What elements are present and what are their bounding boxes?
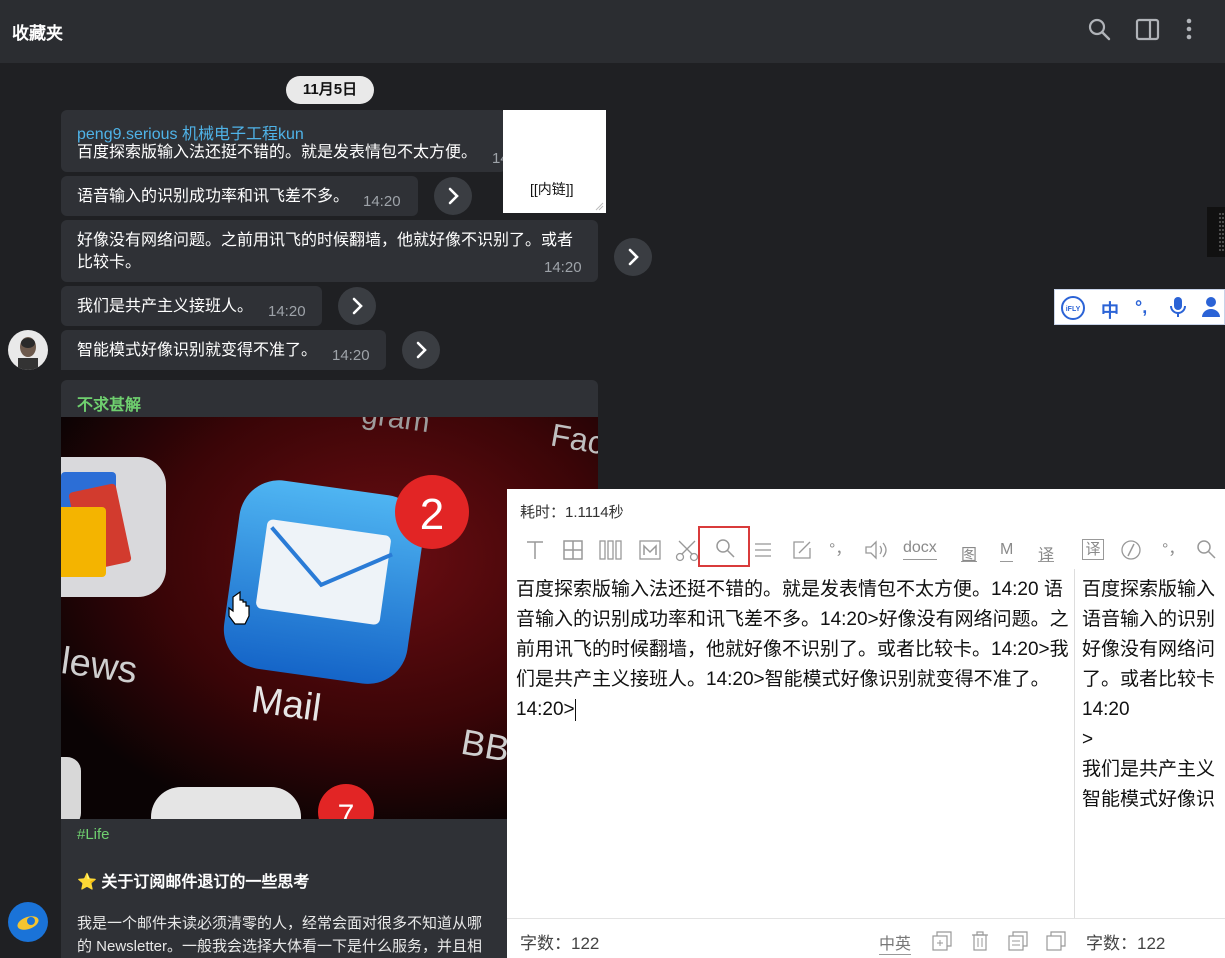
post-hashtag[interactable]: #Life — [77, 826, 110, 843]
avatar[interactable] — [8, 330, 48, 370]
word-count-right: 字数：122 — [1086, 934, 1166, 953]
text-format-icon[interactable] — [523, 538, 547, 566]
top-bar: 收藏夹 — [0, 0, 1225, 63]
add-copy-icon[interactable] — [932, 931, 952, 951]
message-bubble[interactable]: 我们是共产主义接班人。 14:20 — [61, 286, 322, 326]
ifly-logo-icon[interactable]: iFLY — [1060, 295, 1086, 326]
copy-icon[interactable] — [1046, 931, 1066, 951]
text-caret — [574, 698, 576, 721]
search-icon-2[interactable] — [1195, 538, 1217, 566]
ifly-punct-toggle[interactable]: °, — [1135, 297, 1147, 318]
ifly-input-toolbar: iFLY 中 °, — [1054, 289, 1225, 325]
forward-button[interactable] — [402, 331, 440, 369]
message-text: 我们是共产主义接班人。 — [77, 298, 254, 315]
markdown-icon[interactable] — [638, 538, 662, 566]
text-line: 14:20 — [1082, 699, 1130, 720]
markdown-button[interactable]: M — [1000, 541, 1014, 562]
badge-count-2: 7 — [338, 799, 355, 819]
translate-button[interactable]: 译 — [1038, 541, 1055, 564]
message-text-line1: 好像没有网络问题。之前用讯飞的时候翻墙，他就好像不识别了。或者 — [77, 232, 574, 249]
message-time: 14:20 — [544, 259, 582, 276]
text-line: 智能模式好像识 — [1082, 789, 1216, 810]
post-body-line1: 我是一个邮件未读必须清零的人，经常会面对很多不知道从哪 — [77, 915, 483, 932]
read-aloud-icon[interactable] — [863, 538, 891, 566]
post-title: ⭐ 关于订阅邮件退订的一些思考 — [77, 874, 310, 891]
trash-icon[interactable] — [970, 931, 990, 951]
text-line: 语音输入的识别 — [1082, 609, 1216, 630]
forward-button[interactable] — [434, 177, 472, 215]
message-text: 百度探索版输入法还挺不错的。就是发表情包不太方便。 — [77, 144, 478, 161]
channel-name[interactable]: 不求甚解 — [77, 391, 141, 415]
table-icon[interactable] — [561, 538, 585, 566]
ocr-text-editor[interactable]: 百度探索版输入法还挺不错的。就是发表情包不太方便。14:20 语音输入的识别成功… — [516, 575, 1072, 725]
search-icon — [716, 539, 735, 558]
message-time: 14:20 — [363, 193, 401, 210]
chevron-right-icon — [352, 297, 363, 315]
more-menu-icon[interactable] — [1182, 17, 1196, 43]
bb-app-label: BB — [458, 721, 512, 770]
list-icon[interactable] — [752, 538, 774, 566]
link-preview-label: [[内链]] — [530, 181, 574, 197]
microphone-icon[interactable] — [1169, 296, 1187, 323]
message-bubble[interactable]: 智能模式好像识别就变得不准了。 14:20 — [61, 330, 386, 370]
text-line: 了。或者比较卡 — [1082, 669, 1216, 690]
page-title: 收藏夹 — [12, 24, 63, 43]
chevron-right-icon — [448, 187, 459, 205]
elapsed-time: 耗时：1.1114秒 — [520, 504, 624, 521]
message-text: 智能模式好像识别就变得不准了。 — [77, 342, 318, 359]
resize-handle-icon[interactable] — [594, 201, 604, 211]
badge-count: 2 — [420, 490, 444, 539]
search-icon[interactable] — [1087, 17, 1113, 43]
export-docx-button[interactable]: docx — [903, 539, 937, 560]
no-format-icon[interactable] — [1119, 538, 1143, 566]
sidebar-toggle-icon[interactable] — [1135, 17, 1161, 43]
punctuation-toggle-2[interactable]: °， — [1162, 535, 1184, 563]
search-tool-highlighted[interactable] — [698, 526, 750, 567]
punctuation-toggle[interactable]: °， — [829, 535, 851, 563]
edit-icon[interactable] — [790, 538, 814, 566]
text-line: > — [1082, 729, 1094, 750]
ifly-logo-text: iFLY — [1066, 306, 1081, 313]
panel-footer: 字数：122 中英 字数：122 — [507, 918, 1225, 958]
message-bubble[interactable]: 语音输入的识别成功率和讯飞差不多。 14:20 — [61, 176, 418, 216]
message-bubble[interactable]: peng9.serious 机械电子工程kun 百度探索版输入法还挺不错的。就是… — [61, 110, 509, 172]
side-drag-handle[interactable] — [1207, 207, 1225, 257]
message-text: 语音输入的识别成功率和讯飞差不多。 — [77, 188, 350, 205]
lang-toggle-button[interactable]: 中英 — [879, 930, 912, 955]
message-time: 14:20 — [332, 347, 370, 364]
chevron-right-icon — [416, 341, 427, 359]
date-separator: 11月5日 — [286, 76, 374, 104]
ifly-lang-toggle[interactable]: 中 — [1101, 297, 1119, 323]
message-bubble[interactable]: 好像没有网络问题。之前用讯飞的时候翻墙，他就好像不识别了。或者 比较卡。 14:… — [61, 220, 598, 282]
text-line: 我们是共产主义 — [1082, 759, 1216, 780]
forward-button[interactable] — [614, 238, 652, 276]
chevron-right-icon — [628, 248, 639, 266]
user-icon[interactable] — [1201, 296, 1221, 323]
image-button[interactable]: 图 — [961, 541, 978, 564]
panel-divider[interactable] — [1074, 569, 1075, 918]
copy-text-icon[interactable] — [1008, 931, 1028, 951]
ocr-text-editor-right[interactable]: 百度探索版输入 语音输入的识别 好像没有网络问 了。或者比较卡 14:20 > … — [1082, 575, 1225, 815]
message-sender[interactable]: peng9.serious 机械电子工程kun — [77, 120, 304, 144]
ocr-text-content: 百度探索版输入法还挺不错的。就是发表情包不太方便。14:20 语音输入的识别成功… — [516, 579, 1069, 720]
word-count-left: 字数：122 — [520, 934, 600, 953]
link-preview-thumbnail[interactable]: [[内链]] — [503, 110, 606, 213]
forward-button[interactable] — [338, 287, 376, 325]
translate-box-button[interactable]: 译 — [1082, 539, 1104, 560]
ocr-result-panel: 耗时：1.1114秒 °， docx 图 M 译 译 °， 百度探索版输入法还挺… — [507, 489, 1225, 958]
message-time: 14:20 — [268, 303, 306, 320]
message-text-line2: 比较卡。 — [77, 254, 142, 271]
cut-icon[interactable] — [674, 538, 700, 566]
post-body-line2: 的 Newsletter。一般我会选择大体看一下是什么服务，并且相 — [77, 938, 483, 955]
channel-avatar[interactable] — [8, 902, 48, 942]
text-line: 百度探索版输入 — [1082, 579, 1216, 600]
columns-icon[interactable] — [598, 538, 624, 566]
post-body: 我是一个邮件未读必须清零的人，经常会面对很多不知道从哪 的 Newsletter… — [77, 912, 577, 958]
text-line: 好像没有网络问 — [1082, 639, 1216, 660]
